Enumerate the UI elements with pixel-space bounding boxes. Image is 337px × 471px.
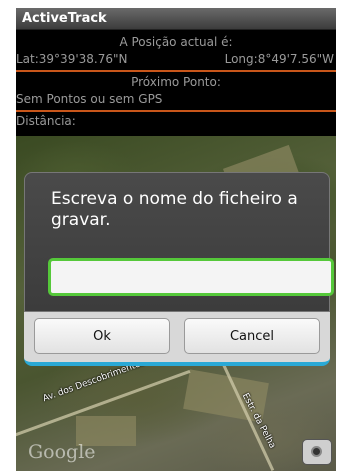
next-point-value: Sem Pontos ou sem GPS	[16, 92, 163, 106]
filename-input[interactable]	[48, 258, 334, 296]
google-watermark: Google	[28, 441, 96, 463]
cancel-button[interactable]: Cancel	[184, 318, 320, 354]
app-title: ActiveTrack	[22, 11, 107, 26]
next-point-header: Próximo Ponto:	[131, 75, 221, 89]
dialog-button-bar: Ok Cancel	[24, 312, 330, 366]
separator-line	[16, 110, 336, 112]
longitude-value: Long:8°49'7.56"W	[224, 52, 334, 66]
save-file-dialog: Escreva o nome do ficheiro a gravar. Ok …	[24, 172, 334, 366]
position-header: A Posição actual é:	[119, 35, 233, 49]
ok-button[interactable]: Ok	[34, 318, 170, 354]
separator-line	[16, 70, 336, 72]
app-screen: ActiveTrack A Posição actual é: Lat:39°3…	[16, 8, 336, 471]
title-bar: ActiveTrack	[16, 8, 336, 30]
camera-icon[interactable]	[302, 439, 332, 465]
dialog-message: Escreva o nome do ficheiro a gravar.	[51, 189, 298, 230]
latitude-value: Lat:39°39'38.76"N	[16, 52, 128, 66]
position-info-panel: A Posição actual é: Lat:39°39'38.76"N Lo…	[16, 31, 336, 136]
distance-label: Distância:	[16, 114, 76, 128]
coordinates-row: Lat:39°39'38.76"N Long:8°49'7.56"W	[16, 51, 336, 68]
